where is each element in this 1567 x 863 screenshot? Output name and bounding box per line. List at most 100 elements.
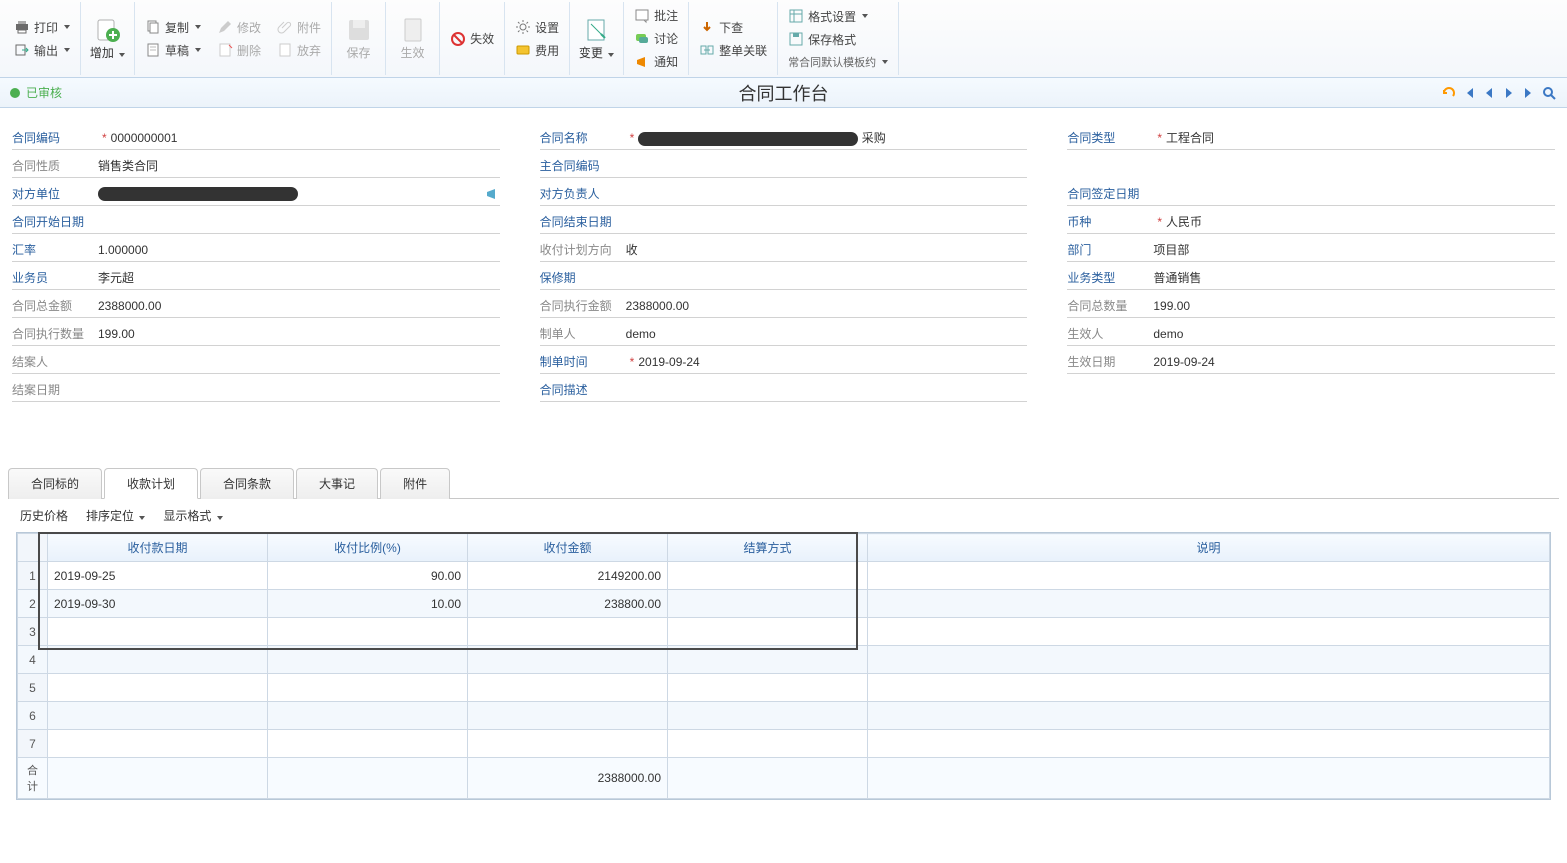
cell-settle[interactable] bbox=[668, 674, 868, 702]
field-total-qty[interactable]: 199.00 bbox=[1153, 297, 1555, 315]
field-close-date[interactable] bbox=[98, 388, 500, 392]
cell-settle[interactable] bbox=[668, 590, 868, 618]
notify-button[interactable]: 通知 bbox=[630, 51, 682, 72]
draft-button[interactable]: 草稿 bbox=[141, 40, 205, 61]
cell-amount[interactable]: 2149200.00 bbox=[468, 562, 668, 590]
field-exec-amount[interactable]: 2388000.00 bbox=[626, 297, 1028, 315]
col-remark[interactable]: 说明 bbox=[868, 534, 1550, 562]
cell-ratio[interactable] bbox=[268, 674, 468, 702]
tab-payment-plan[interactable]: 收款计划 bbox=[104, 468, 198, 499]
table-row[interactable]: 12019-09-2590.002149200.00 bbox=[18, 562, 1550, 590]
cell-settle[interactable] bbox=[668, 646, 868, 674]
field-maker[interactable]: demo bbox=[626, 325, 1028, 343]
display-format-button[interactable]: 显示格式 bbox=[163, 507, 222, 524]
cell-date[interactable] bbox=[48, 674, 268, 702]
field-contract-code[interactable]: 0000000001 bbox=[111, 129, 500, 147]
field-dept[interactable]: 项目部 bbox=[1153, 239, 1555, 260]
down-check-button[interactable]: 下查 bbox=[695, 17, 771, 38]
cell-ratio[interactable]: 10.00 bbox=[268, 590, 468, 618]
cell-settle[interactable] bbox=[668, 618, 868, 646]
cell-ratio[interactable] bbox=[268, 702, 468, 730]
format-setting-button[interactable]: 格式设置 bbox=[784, 6, 892, 27]
abandon-button[interactable]: 放弃 bbox=[273, 40, 325, 61]
delete-button[interactable]: 删除 bbox=[213, 40, 265, 61]
field-main-code[interactable] bbox=[626, 164, 1028, 168]
cell-date[interactable] bbox=[48, 618, 268, 646]
field-contract-name[interactable]: 采购 bbox=[638, 127, 1027, 148]
field-effector[interactable]: demo bbox=[1153, 325, 1555, 343]
settings-button[interactable]: 设置 bbox=[511, 17, 563, 38]
field-effect-date[interactable]: 2019-09-24 bbox=[1153, 353, 1555, 371]
table-row[interactable]: 3 bbox=[18, 618, 1550, 646]
field-exec-qty[interactable]: 199.00 bbox=[98, 325, 500, 343]
last-icon[interactable] bbox=[1521, 85, 1537, 101]
add-button[interactable]: 增加 bbox=[81, 2, 135, 75]
cell-remark[interactable] bbox=[868, 674, 1550, 702]
copy-button[interactable]: 复制 bbox=[141, 17, 205, 38]
cell-remark[interactable] bbox=[868, 590, 1550, 618]
save-format-button[interactable]: 保存格式 bbox=[784, 29, 892, 50]
cell-amount[interactable] bbox=[468, 702, 668, 730]
field-contract-nature[interactable]: 销售类合同 bbox=[98, 155, 500, 176]
save-button[interactable]: 保存 bbox=[332, 2, 386, 75]
col-settle[interactable]: 结算方式 bbox=[668, 534, 868, 562]
cell-date[interactable] bbox=[48, 702, 268, 730]
cell-settle[interactable] bbox=[668, 730, 868, 758]
cell-ratio[interactable] bbox=[268, 730, 468, 758]
next-icon[interactable] bbox=[1501, 85, 1517, 101]
effective-button[interactable]: 生效 bbox=[386, 2, 440, 75]
cell-date[interactable] bbox=[48, 646, 268, 674]
field-counter-person[interactable] bbox=[626, 192, 1028, 196]
tab-subject[interactable]: 合同标的 bbox=[8, 468, 102, 499]
modify-button[interactable]: 修改 bbox=[213, 17, 265, 38]
cell-ratio[interactable] bbox=[268, 618, 468, 646]
sort-locate-button[interactable]: 排序定位 bbox=[86, 507, 145, 524]
attachment-button[interactable]: 附件 bbox=[273, 17, 325, 38]
tab-attachments[interactable]: 附件 bbox=[380, 468, 450, 499]
field-make-time[interactable]: 2019-09-24 bbox=[638, 353, 1027, 371]
tab-terms[interactable]: 合同条款 bbox=[200, 468, 294, 499]
cell-settle[interactable] bbox=[668, 562, 868, 590]
field-rate[interactable]: 1.000000 bbox=[98, 241, 500, 259]
cell-date[interactable]: 2019-09-25 bbox=[48, 562, 268, 590]
field-plan-dir[interactable]: 收 bbox=[626, 239, 1028, 260]
cell-remark[interactable] bbox=[868, 702, 1550, 730]
whole-relation-button[interactable]: 整单关联 bbox=[695, 40, 771, 61]
table-row[interactable]: 22019-09-3010.00238800.00 bbox=[18, 590, 1550, 618]
cell-date[interactable]: 2019-09-30 bbox=[48, 590, 268, 618]
discuss-button[interactable]: 讨论 bbox=[630, 28, 682, 49]
cell-ratio[interactable] bbox=[268, 646, 468, 674]
cell-remark[interactable] bbox=[868, 562, 1550, 590]
cell-amount[interactable]: 238800.00 bbox=[468, 590, 668, 618]
col-amount[interactable]: 收付金额 bbox=[468, 534, 668, 562]
invalid-button[interactable]: 失效 bbox=[446, 28, 498, 49]
field-salesman[interactable]: 李元超 bbox=[98, 267, 500, 288]
tab-events[interactable]: 大事记 bbox=[296, 468, 378, 499]
cell-settle[interactable] bbox=[668, 702, 868, 730]
prev-icon[interactable] bbox=[1481, 85, 1497, 101]
col-date[interactable]: 收付款日期 bbox=[48, 534, 268, 562]
field-start-date[interactable] bbox=[98, 220, 500, 224]
field-total-amount[interactable]: 2388000.00 bbox=[98, 297, 500, 315]
lookup-icon[interactable] bbox=[484, 186, 500, 202]
table-row[interactable]: 5 bbox=[18, 674, 1550, 702]
field-warranty[interactable] bbox=[626, 276, 1028, 280]
field-sign-date[interactable] bbox=[1153, 192, 1555, 196]
field-contract-type[interactable]: 工程合同 bbox=[1166, 127, 1555, 148]
change-button[interactable]: 变更 bbox=[570, 2, 624, 75]
field-currency[interactable]: 人民币 bbox=[1166, 211, 1555, 232]
output-button[interactable]: 输出 bbox=[10, 40, 74, 61]
field-closer[interactable] bbox=[98, 360, 500, 364]
table-row[interactable]: 7 bbox=[18, 730, 1550, 758]
field-biz-type[interactable]: 普通销售 bbox=[1153, 267, 1555, 288]
col-ratio[interactable]: 收付比例(%) bbox=[268, 534, 468, 562]
cell-ratio[interactable]: 90.00 bbox=[268, 562, 468, 590]
search-icon[interactable] bbox=[1541, 85, 1557, 101]
cell-date[interactable] bbox=[48, 730, 268, 758]
annotation-button[interactable]: 批注 bbox=[630, 5, 682, 26]
cell-amount[interactable] bbox=[468, 646, 668, 674]
cell-amount[interactable] bbox=[468, 730, 668, 758]
cell-remark[interactable] bbox=[868, 618, 1550, 646]
field-counterparty[interactable] bbox=[98, 184, 484, 203]
print-button[interactable]: 打印 bbox=[10, 17, 74, 38]
